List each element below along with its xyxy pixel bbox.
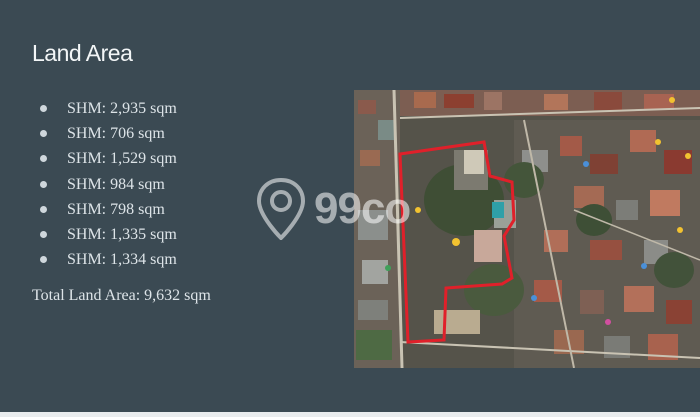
- map-marker-icon: [685, 153, 691, 159]
- bottom-strip: [0, 412, 700, 417]
- list-item: SHM: 1,334 sqm: [40, 247, 177, 272]
- watermark-text: 99co: [314, 184, 411, 233]
- list-item: SHM: 2,935 sqm: [40, 96, 177, 121]
- list-item: SHM: 1,529 sqm: [40, 146, 177, 171]
- watermark: 99co: [256, 178, 411, 240]
- bullet-icon: [40, 205, 47, 213]
- bullet-icon: [40, 130, 47, 138]
- map-marker-icon: [655, 139, 661, 145]
- land-area-list: SHM: 2,935 sqm SHM: 706 sqm SHM: 1,529 s…: [40, 96, 177, 272]
- map-marker-icon: [583, 161, 589, 167]
- map-marker-icon: [605, 319, 611, 325]
- list-item: SHM: 1,335 sqm: [40, 222, 177, 247]
- bullet-icon: [40, 256, 47, 264]
- map-marker-icon: [669, 97, 675, 103]
- slide: Land Area SHM: 2,935 sqm SHM: 706 sqm SH…: [0, 0, 700, 417]
- map-marker-icon: [452, 238, 460, 246]
- bullet-icon: [40, 155, 47, 163]
- slide-title: Land Area: [32, 40, 133, 66]
- map-marker-icon: [531, 295, 537, 301]
- total-land-area: Total Land Area: 9,632 sqm: [32, 287, 211, 304]
- list-item: SHM: 706 sqm: [40, 121, 177, 146]
- list-item: SHM: 798 sqm: [40, 197, 177, 222]
- location-pin-icon: [256, 178, 306, 240]
- bullet-icon: [40, 105, 47, 113]
- list-item: SHM: 984 sqm: [40, 172, 177, 197]
- map-marker-icon: [415, 207, 421, 213]
- map-marker-icon: [385, 265, 391, 271]
- bullet-icon: [40, 180, 47, 188]
- map-marker-icon: [641, 263, 647, 269]
- map-marker-icon: [677, 227, 683, 233]
- bullet-icon: [40, 231, 47, 239]
